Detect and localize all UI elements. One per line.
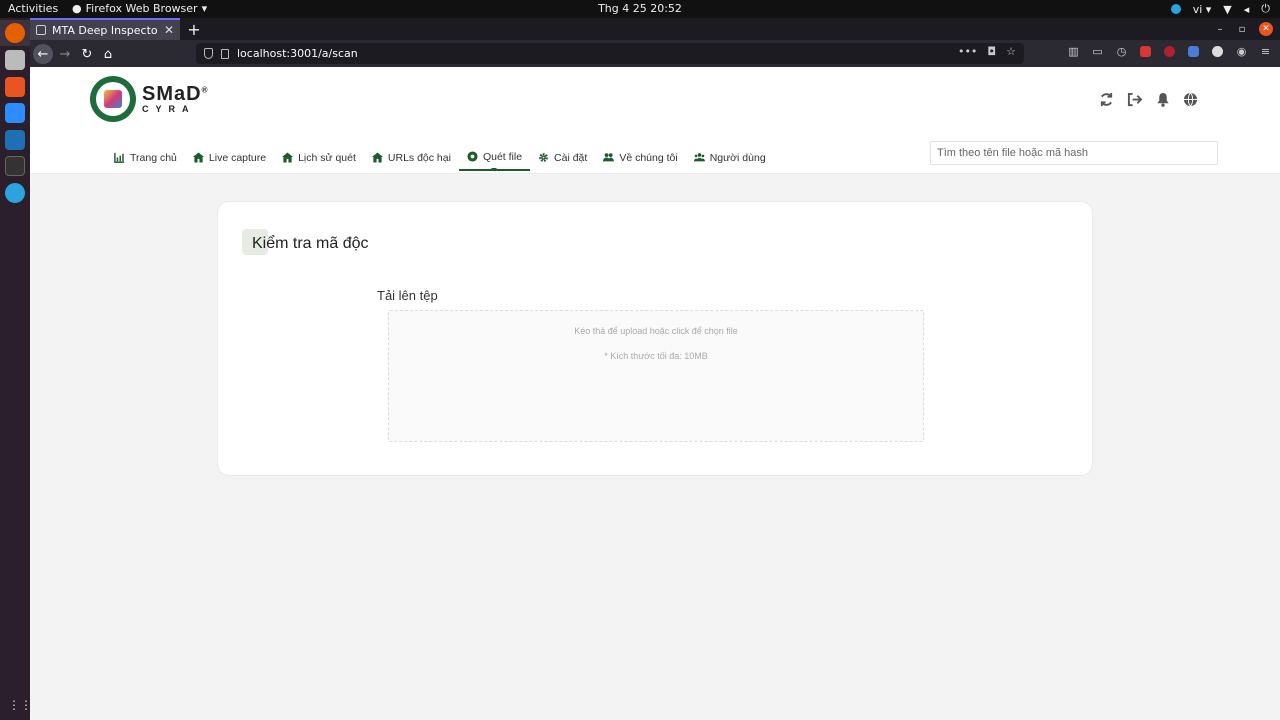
- web-page: SMaD® CYRA Trang chủ Live capture Lịch s…: [30, 67, 1280, 720]
- restore-window-button[interactable]: ▫: [1234, 18, 1250, 40]
- users-icon: [693, 152, 705, 163]
- forward-button[interactable]: →: [55, 44, 75, 64]
- gear-icon: [538, 152, 549, 163]
- software-dock-icon[interactable]: [5, 77, 25, 97]
- firefox-app-icon: ●: [72, 2, 82, 15]
- close-icon: ✕: [1259, 22, 1273, 36]
- browser-nav-bar: ← → ↻ ⌂ localhost:3001/a/scan ••• ◘ ☆ ▥ …: [30, 40, 1280, 67]
- nav-item-label: Live capture: [208, 151, 267, 164]
- new-tab-button[interactable]: +: [184, 18, 204, 40]
- nav-item-about[interactable]: Về chúng tôi: [595, 144, 685, 171]
- terminal-dock-icon[interactable]: [5, 156, 25, 176]
- vscode-dock-icon[interactable]: [5, 130, 25, 150]
- browser-tab[interactable]: MTA Deep Inspector ✕: [30, 18, 180, 40]
- url-bar[interactable]: localhost:3001/a/scan ••• ◘ ☆: [196, 43, 1024, 64]
- nav-item-home[interactable]: Trang chủ: [106, 144, 185, 171]
- home-icon: [371, 152, 383, 163]
- nav-item-label: Trang chủ: [130, 151, 177, 164]
- nav-item-users[interactable]: Người dùng: [686, 144, 774, 171]
- card-title: Kiểm tra mã độc: [252, 235, 369, 252]
- home-icon: [282, 152, 294, 163]
- bookmark-star-icon[interactable]: ☆: [1006, 45, 1016, 58]
- system-top-bar: Activities ● Firefox Web Browser ▾ Thg 4…: [0, 0, 1280, 18]
- page-actions-icon[interactable]: •••: [958, 45, 977, 58]
- power-icon[interactable]: ⏻: [1261, 2, 1270, 16]
- wifi-icon[interactable]: ▼: [1223, 3, 1231, 16]
- ubuntu-dock: ⋮⋮⋮: [0, 18, 44, 720]
- library-icon[interactable]: ▥: [1067, 45, 1080, 58]
- app-menu-label: Firefox Web Browser: [85, 2, 198, 15]
- chevron-down-icon: ▾: [201, 2, 208, 15]
- language-label: vi: [1192, 2, 1203, 16]
- app-header: SMaD® CYRA Trang chủ Live capture Lịch s…: [30, 67, 1280, 174]
- url-text[interactable]: localhost:3001/a/scan: [237, 47, 358, 60]
- back-button[interactable]: ←: [33, 44, 53, 64]
- activities-button[interactable]: Activities: [8, 2, 58, 15]
- brand-subtitle: CYRA: [142, 104, 196, 114]
- nav-item-label: Lịch sử quét: [298, 151, 356, 164]
- users-icon: [603, 152, 615, 163]
- nav-item-label: URLs độc hại: [387, 151, 451, 164]
- registered-mark: ®: [201, 85, 209, 95]
- tab-title: MTA Deep Inspector: [52, 23, 158, 37]
- bell-icon[interactable]: [1155, 92, 1170, 107]
- telegram-dock-icon[interactable]: [5, 183, 25, 203]
- globe-icon[interactable]: [1183, 92, 1198, 107]
- telegram-tray-icon[interactable]: [1170, 4, 1181, 14]
- browser-tab-strip: MTA Deep Inspector ✕ + – ▫ ✕: [30, 18, 1280, 40]
- nav-item-malicious-urls[interactable]: URLs độc hại: [364, 144, 459, 171]
- sidebar-icon[interactable]: ▭: [1091, 45, 1104, 58]
- zoom-dock-icon[interactable]: [5, 103, 25, 123]
- pocket-icon[interactable]: ◘: [987, 45, 996, 58]
- search-input[interactable]: [930, 141, 1218, 165]
- timer-extension-icon[interactable]: ◷: [1115, 45, 1128, 58]
- page-info-icon[interactable]: [221, 48, 229, 59]
- files-dock-icon[interactable]: [5, 50, 25, 70]
- extension-record-icon[interactable]: [1163, 45, 1176, 58]
- logout-icon[interactable]: [1127, 92, 1142, 107]
- nav-item-live-capture[interactable]: Live capture: [185, 144, 274, 171]
- tracking-shield-icon[interactable]: [204, 48, 213, 59]
- nav-item-label: Quét file: [482, 150, 523, 163]
- upload-label: Tải lên tệp: [377, 288, 438, 303]
- nav-item-settings[interactable]: Cài đặt: [530, 144, 595, 171]
- file-dropzone[interactable]: Kéo thả để upload hoặc click để chọn fil…: [388, 310, 924, 442]
- dropzone-size-limit: * Kích thước tối đa: 10MB: [604, 351, 708, 361]
- virus-icon: [467, 151, 478, 162]
- logo-seal-icon: [90, 76, 136, 122]
- hamburger-menu-icon[interactable]: ≡: [1259, 45, 1272, 58]
- firefox-dock-icon[interactable]: [5, 23, 25, 43]
- home-icon: [192, 152, 204, 163]
- dropzone-hint: Kéo thả để upload hoặc click để chọn fil…: [574, 326, 738, 336]
- chart-icon: [114, 152, 125, 163]
- close-tab-icon[interactable]: ✕: [164, 23, 174, 37]
- home-button[interactable]: ⌂: [98, 44, 118, 64]
- nav-item-scan-history[interactable]: Lịch sử quét: [274, 144, 364, 171]
- tab-favicon-icon: [36, 25, 46, 35]
- app-menu[interactable]: ● Firefox Web Browser ▾: [72, 2, 207, 15]
- volume-icon[interactable]: ◂: [1244, 3, 1250, 16]
- clock[interactable]: Thg 4 25 20:52: [598, 2, 682, 15]
- language-indicator[interactable]: vi ▾: [1193, 3, 1212, 16]
- reload-button[interactable]: ↻: [77, 44, 97, 64]
- system-tray[interactable]: vi ▾ ▼ ◂ ⏻: [1170, 2, 1270, 16]
- brand-name: SMaD: [142, 83, 202, 105]
- nav-item-scan-file[interactable]: Quét file: [458, 144, 531, 171]
- malware-scan-card: Kiểm tra mã độc Tải lên tệp Kéo thả để u…: [217, 201, 1093, 476]
- close-window-button[interactable]: ✕: [1258, 18, 1274, 40]
- nav-item-label: Về chúng tôi: [619, 151, 678, 164]
- header-actions: [1099, 92, 1198, 107]
- refresh-icon[interactable]: [1099, 92, 1114, 107]
- extension-shield-icon[interactable]: [1211, 45, 1224, 58]
- logo[interactable]: SMaD® CYRA: [90, 76, 208, 122]
- nav-item-label: Người dùng: [709, 151, 766, 164]
- extension-red-icon[interactable]: [1139, 45, 1152, 58]
- account-icon[interactable]: ◉: [1235, 45, 1248, 58]
- main-nav: Trang chủ Live capture Lịch sử quét URLs…: [106, 144, 774, 173]
- minimize-window-button[interactable]: –: [1212, 18, 1228, 40]
- extension-translate-icon[interactable]: [1187, 45, 1200, 58]
- nav-item-label: Cài đặt: [554, 151, 588, 164]
